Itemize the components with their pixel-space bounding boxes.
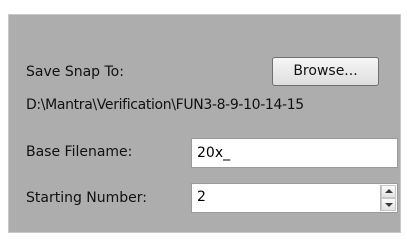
starting-number-stepper[interactable]: 2: [191, 183, 398, 213]
increment-button[interactable]: [381, 185, 396, 198]
save-path-text: D:\Mantra\Verification\FUN3-8-9-10-14-15: [26, 97, 304, 113]
base-filename-label: Base Filename:: [26, 144, 133, 160]
decrement-button[interactable]: [381, 198, 396, 211]
chevron-up-icon: [385, 189, 393, 193]
snapshot-settings-panel: Save Snap To: Browse... D:\Mantra\Verifi…: [8, 14, 401, 233]
save-snap-to-label: Save Snap To:: [26, 64, 124, 80]
base-filename-input[interactable]: [191, 138, 398, 168]
starting-number-value: 2: [197, 189, 206, 205]
starting-number-label: Starting Number:: [26, 190, 148, 206]
spin-buttons: [380, 185, 396, 211]
chevron-down-icon: [385, 203, 393, 207]
browse-button[interactable]: Browse...: [272, 57, 379, 86]
